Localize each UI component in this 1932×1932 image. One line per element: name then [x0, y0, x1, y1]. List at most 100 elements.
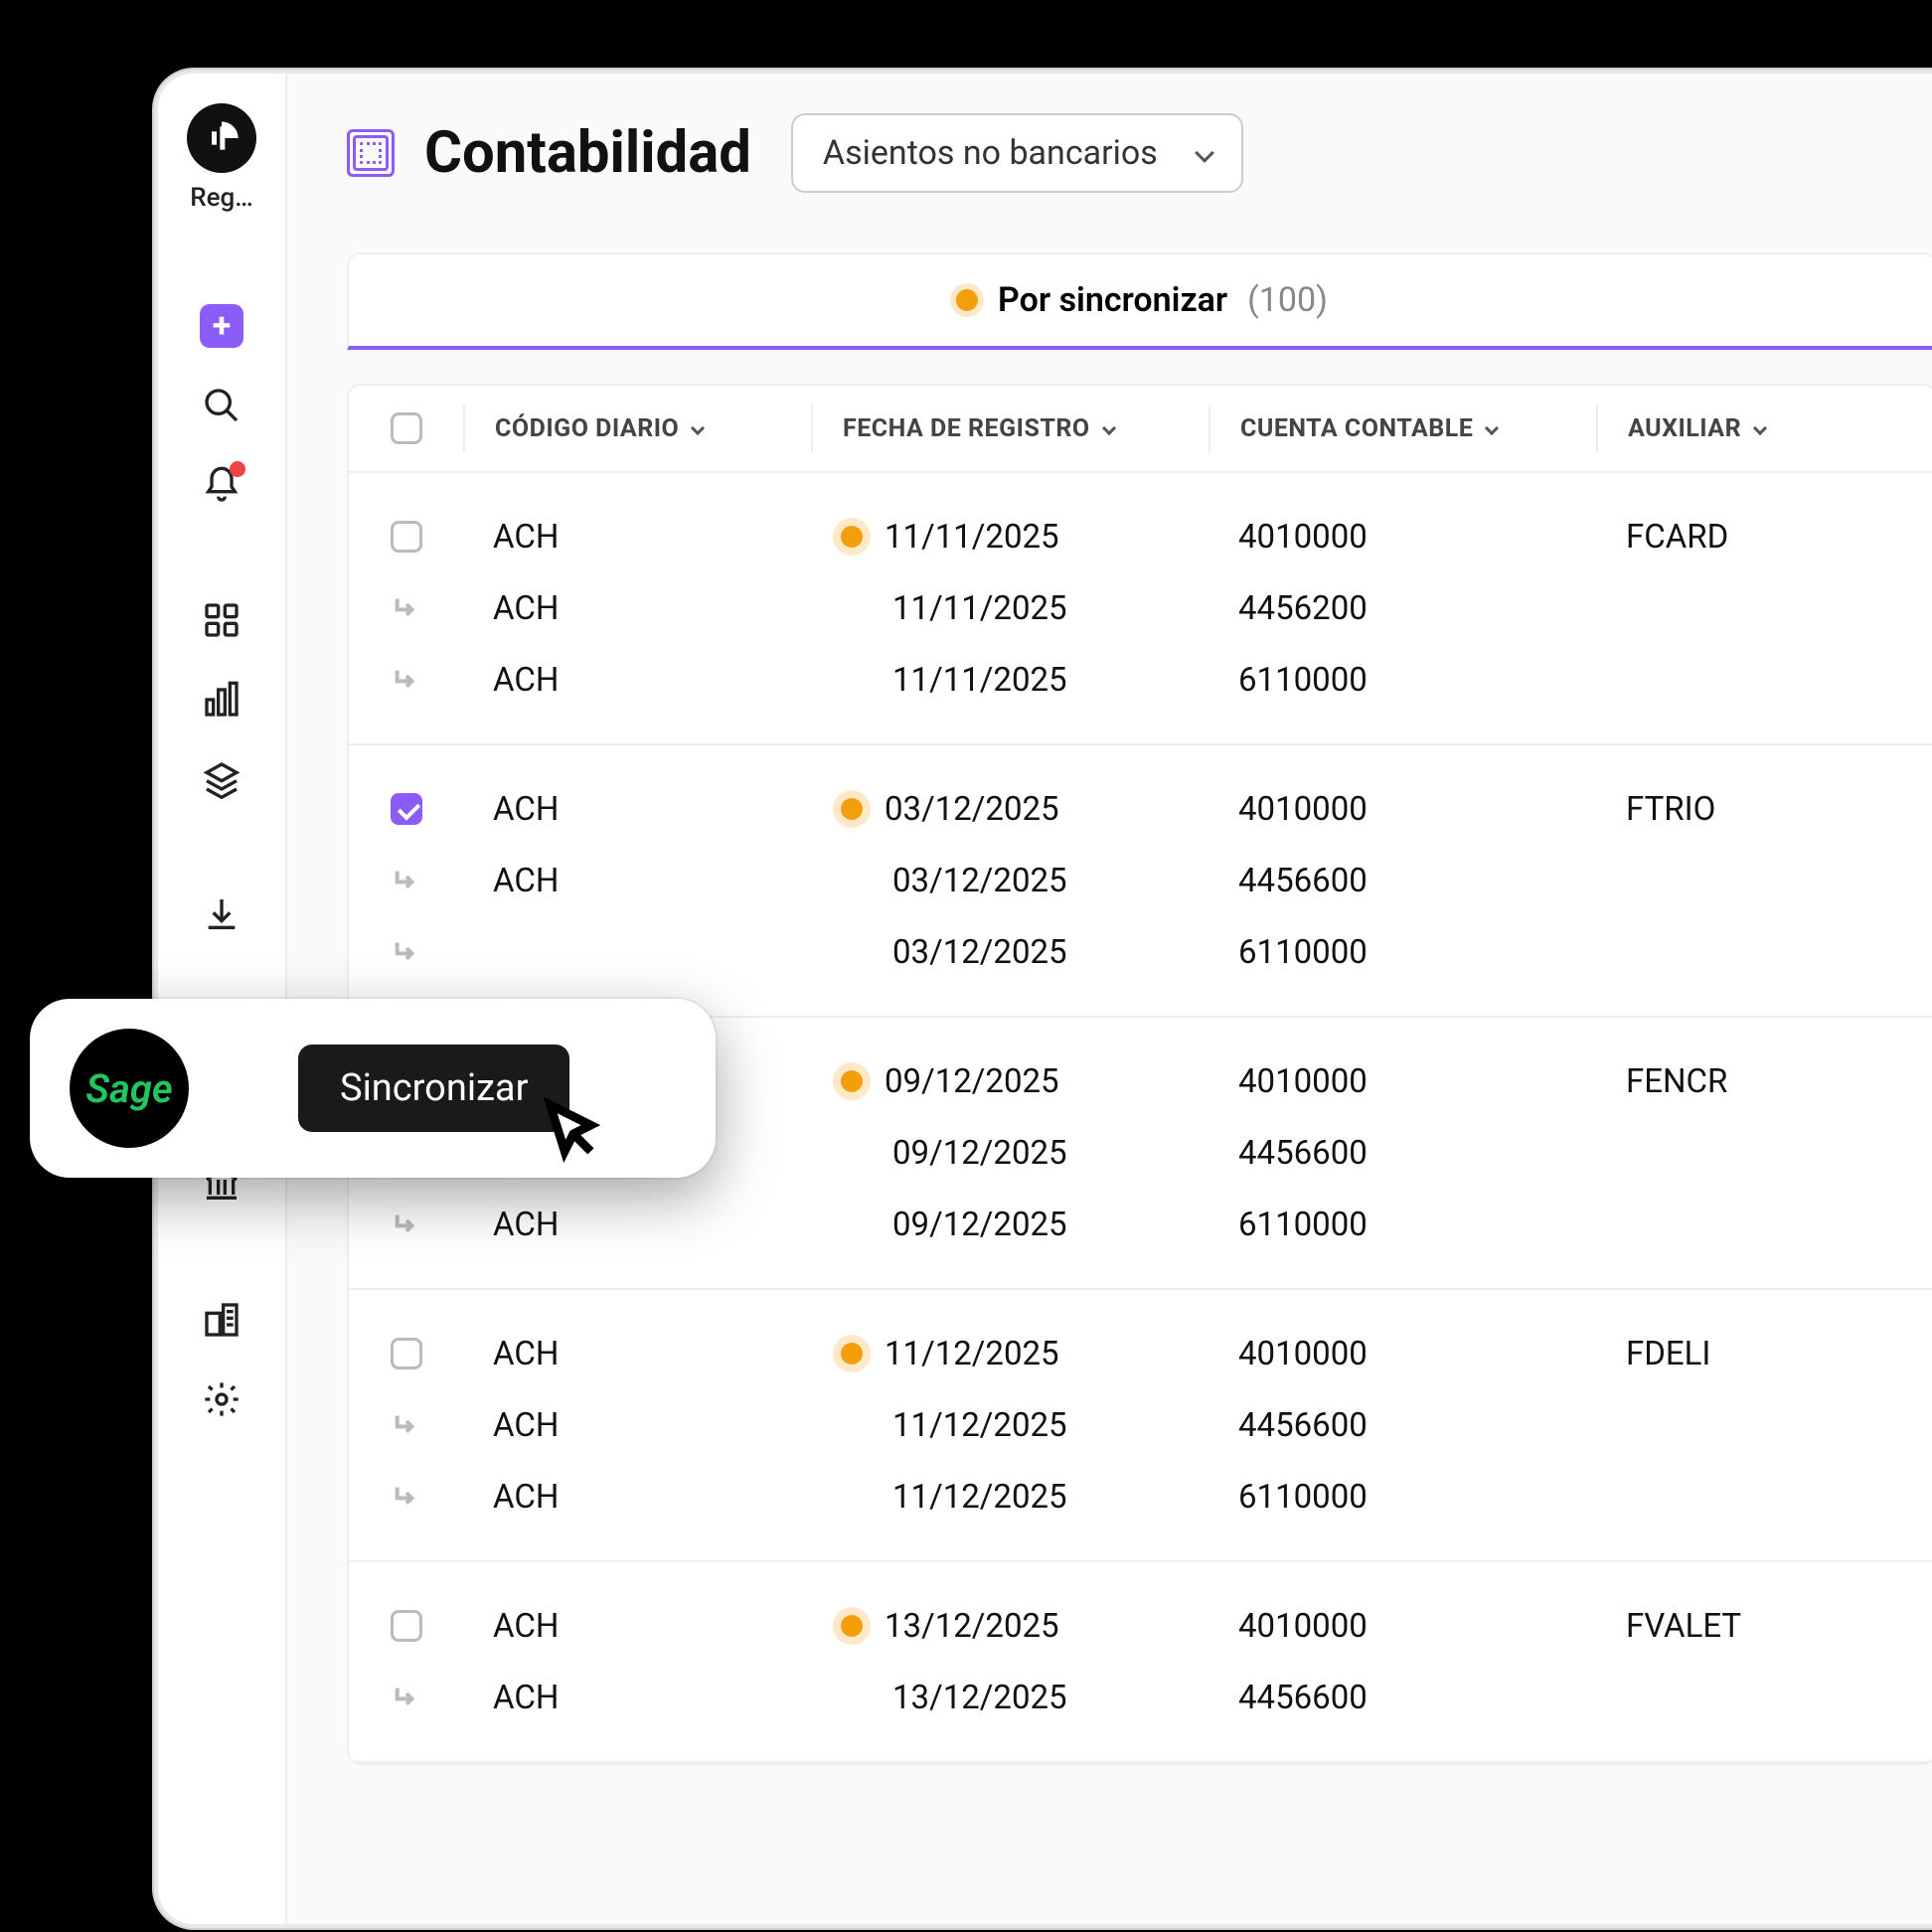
cell-cuenta: 6110000 — [1208, 933, 1596, 972]
cell-fecha: 09/12/2025 — [811, 1134, 1208, 1173]
row-checkbox[interactable] — [391, 793, 422, 825]
cell-cuenta: 4456600 — [1208, 1679, 1596, 1717]
status-count: (100) — [1247, 280, 1328, 320]
row-checkbox[interactable] — [391, 1610, 422, 1642]
tab-to-sync[interactable]: Por sincronizar (100) — [347, 252, 1932, 350]
table-row[interactable]: ACH11/12/20254010000FDELI — [349, 1318, 1932, 1389]
column-fecha[interactable]: FECHA DE REGISTRO — [811, 404, 1208, 452]
cell-cuenta: 6110000 — [1208, 661, 1596, 700]
column-auxiliar[interactable]: AUXILIAR — [1596, 404, 1932, 452]
layers-icon[interactable] — [200, 757, 243, 801]
cell-fecha: 03/12/2025 — [811, 933, 1208, 972]
cell-codigo: ACH — [463, 661, 811, 700]
cell-fecha: 11/12/2025 — [811, 1335, 1208, 1373]
apps-icon[interactable] — [200, 598, 243, 642]
column-cuenta[interactable]: CUENTA CONTABLE — [1208, 404, 1596, 452]
cell-fecha: 11/11/2025 — [811, 518, 1208, 557]
cell-cuenta: 6110000 — [1208, 1206, 1596, 1244]
cell-fecha: 11/11/2025 — [811, 589, 1208, 628]
bell-icon[interactable] — [200, 463, 243, 507]
chevron-down-icon — [1195, 143, 1214, 163]
cell-cuenta: 6110000 — [1208, 1478, 1596, 1517]
table-row[interactable]: ACH13/12/20254456600 — [349, 1662, 1932, 1733]
cell-fecha: 11/11/2025 — [811, 661, 1208, 700]
row-checkbox[interactable] — [391, 521, 422, 553]
table-row[interactable]: 03/12/20256110000 — [349, 916, 1932, 988]
add-button[interactable]: + — [200, 304, 243, 348]
chart-icon[interactable] — [200, 678, 243, 722]
table-row[interactable]: ACH11/11/20256110000 — [349, 644, 1932, 716]
cell-codigo: ACH — [463, 518, 811, 557]
buildings-icon[interactable] — [200, 1298, 243, 1342]
row-checkbox[interactable] — [391, 1338, 422, 1369]
notification-dot-icon — [230, 461, 245, 477]
entries-filter-dropdown[interactable]: Asientos no bancarios — [791, 113, 1243, 193]
cell-cuenta: 4456600 — [1208, 862, 1596, 900]
cell-fecha: 11/12/2025 — [811, 1478, 1208, 1517]
column-codigo[interactable]: CÓDIGO DIARIO — [463, 404, 811, 452]
cell-fecha: 13/12/2025 — [811, 1607, 1208, 1646]
cell-fecha: 13/12/2025 — [811, 1679, 1208, 1717]
cell-cuenta: 4456600 — [1208, 1406, 1596, 1445]
cell-codigo: ACH — [463, 1406, 811, 1445]
calculator-icon — [347, 129, 395, 177]
cell-auxiliar: FVALET — [1596, 1607, 1932, 1646]
cell-cuenta: 4010000 — [1208, 1607, 1596, 1646]
cell-cuenta: 4456200 — [1208, 589, 1596, 628]
cell-codigo: ACH — [463, 589, 811, 628]
pending-dot-icon — [841, 1343, 863, 1365]
cell-cuenta: 4010000 — [1208, 1062, 1596, 1101]
table-row[interactable]: ACH13/12/20254010000FVALET — [349, 1590, 1932, 1662]
cell-auxiliar: FDELI — [1596, 1335, 1932, 1373]
gear-icon[interactable] — [200, 1377, 243, 1421]
table-row[interactable]: ACH03/12/20254456600 — [349, 845, 1932, 916]
cell-codigo: ACH — [463, 790, 811, 829]
pending-dot-icon — [841, 798, 863, 820]
sub-row-arrow-icon — [391, 1409, 422, 1441]
chevron-down-icon — [691, 421, 705, 435]
cell-codigo: ACH — [463, 1607, 811, 1646]
table-row[interactable]: ACH11/12/20254456600 — [349, 1389, 1932, 1461]
app-logo[interactable] — [187, 103, 256, 173]
search-icon[interactable] — [200, 384, 243, 427]
table-header: CÓDIGO DIARIO FECHA DE REGISTRO CUENTA C… — [349, 386, 1932, 473]
select-all-checkbox[interactable] — [391, 412, 422, 444]
sub-row-arrow-icon — [391, 1682, 422, 1713]
table-group: ACH13/12/20254010000FVALETACH13/12/20254… — [349, 1562, 1932, 1763]
cursor-icon — [536, 1096, 605, 1166]
cell-auxiliar: FTRIO — [1596, 790, 1932, 829]
table-group: ACH03/12/20254010000FTRIOACH03/12/202544… — [349, 745, 1932, 1018]
table-row[interactable]: ACH09/12/20256110000 — [349, 1189, 1932, 1260]
cell-codigo: ACH — [463, 1335, 811, 1373]
table-group: ACH11/12/20254010000FDELIACH11/12/202544… — [349, 1290, 1932, 1562]
cell-auxiliar: FCARD — [1596, 518, 1932, 557]
cell-fecha: 03/12/2025 — [811, 862, 1208, 900]
chevron-down-icon — [1102, 421, 1116, 435]
sync-popover: Sage Sincronizar — [30, 999, 716, 1178]
sub-row-arrow-icon — [391, 865, 422, 896]
table-row[interactable]: ACH11/11/20254456200 — [349, 572, 1932, 644]
table-row[interactable]: ACH03/12/20254010000FTRIO — [349, 773, 1932, 845]
table-row[interactable]: ACH11/11/20254010000FCARD — [349, 501, 1932, 572]
table-row[interactable]: ACH11/12/20256110000 — [349, 1461, 1932, 1532]
cell-codigo: ACH — [463, 1478, 811, 1517]
cell-fecha: 03/12/2025 — [811, 790, 1208, 829]
sub-row-arrow-icon — [391, 1481, 422, 1513]
cell-fecha: 11/12/2025 — [811, 1406, 1208, 1445]
sub-row-arrow-icon — [391, 664, 422, 696]
cell-cuenta: 4010000 — [1208, 518, 1596, 557]
cell-cuenta: 4456600 — [1208, 1134, 1596, 1173]
download-icon[interactable] — [200, 892, 243, 936]
sync-button[interactable]: Sincronizar — [298, 1045, 569, 1132]
status-dot-icon — [956, 289, 978, 311]
sub-row-arrow-icon — [391, 592, 422, 624]
cell-codigo: ACH — [463, 1679, 811, 1717]
cell-codigo: ACH — [463, 1206, 811, 1244]
sage-logo: Sage — [70, 1029, 189, 1148]
cell-fecha: 09/12/2025 — [811, 1062, 1208, 1101]
dropdown-label: Asientos no bancarios — [823, 133, 1158, 173]
cell-codigo: ACH — [463, 862, 811, 900]
pending-dot-icon — [841, 1615, 863, 1637]
sub-row-arrow-icon — [391, 936, 422, 968]
chevron-down-icon — [1753, 421, 1767, 435]
